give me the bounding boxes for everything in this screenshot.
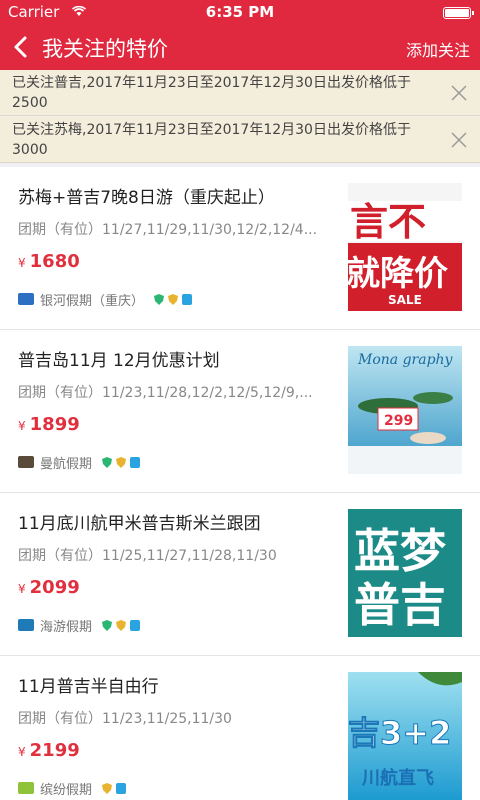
guarantee-badge-icon (116, 456, 127, 468)
verified-badge-icon (130, 456, 141, 468)
agency-row: 银河假期（重庆） (18, 291, 193, 309)
agency-logo-icon (18, 456, 34, 468)
thumb-tag: SALE (388, 293, 422, 307)
notice-text: 已关注普吉,2017年11月23日至2017年12月30日出发价格低于2500 (12, 75, 411, 111)
shield-badge-icon (102, 619, 113, 631)
currency-symbol: ¥ (18, 256, 26, 270)
nav-bar: 我关注的特价 添加关注 (0, 24, 480, 70)
thumb-line1: 言不 (350, 200, 426, 244)
deal-price: ¥2099 (18, 577, 80, 598)
thumb-line1: 蓝梦 (354, 524, 446, 578)
deal-thumbnail: 吉3+2 川航直飞 (348, 672, 462, 800)
agency-logo-icon (18, 619, 34, 631)
thumb-line2: 普吉 (354, 578, 446, 632)
agency-logo-icon (18, 782, 34, 794)
shield-badge-icon (154, 293, 165, 305)
price-value: 2099 (29, 577, 80, 598)
add-follow-button[interactable]: 添加关注 (406, 37, 470, 61)
shield-badge-icon (102, 456, 113, 468)
guarantee-badge-icon (116, 619, 127, 631)
page-title: 我关注的特价 (42, 37, 168, 61)
currency-symbol: ¥ (18, 419, 26, 433)
deal-dates: 团期（有位）11/23,11/25,11/30 (18, 711, 232, 727)
deal-card[interactable]: 11月底川航甲米普吉斯米兰跟团 团期（有位）11/25,11/27,11/28,… (0, 493, 480, 655)
agency-name: 银河假期（重庆） (40, 293, 145, 309)
badge-group (102, 619, 141, 631)
deal-card[interactable]: 11月普吉半自由行 团期（有位）11/23,11/25,11/30 ¥2199 … (0, 656, 480, 800)
guarantee-badge-icon (168, 293, 179, 305)
status-bar: Carrier 6:35 PM (0, 0, 480, 24)
currency-symbol: ¥ (18, 582, 26, 596)
deal-price: ¥1680 (18, 251, 80, 272)
notice-row: 已关注苏梅,2017年11月23日至2017年12月30日出发价格低于3000 (0, 117, 480, 163)
deal-dates: 团期（有位）11/23,11/28,12/2,12/5,12/9,... (18, 385, 313, 401)
close-icon[interactable] (450, 84, 468, 102)
svg-text:Mona graphy: Mona graphy (357, 352, 454, 368)
back-arrow-icon[interactable] (10, 34, 32, 60)
thumb-line1: 吉3+2 (348, 714, 451, 752)
badge-group (154, 293, 193, 305)
deal-name: 11月底川航甲米普吉斯米兰跟团 (18, 514, 261, 534)
close-icon[interactable] (450, 131, 468, 149)
guarantee-badge-icon (102, 782, 113, 794)
deal-name: 11月普吉半自由行 (18, 677, 159, 697)
currency-symbol: ¥ (18, 745, 26, 759)
deal-card[interactable]: 普吉岛11月 12月优惠计划 团期（有位）11/23,11/28,12/2,12… (0, 330, 480, 492)
deal-name: 普吉岛11月 12月优惠计划 (18, 351, 220, 371)
deal-thumbnail: Mona graphy 299 (348, 346, 462, 474)
verified-badge-icon (182, 293, 193, 305)
deal-price: ¥2199 (18, 740, 80, 761)
verified-badge-icon (130, 619, 141, 631)
agency-row: 曼航假期 (18, 454, 141, 472)
deal-thumbnail: 蓝梦 普吉 (348, 509, 462, 637)
deal-thumbnail: 言不 就降价 SALE (348, 183, 462, 311)
badge-group (102, 782, 127, 794)
price-value: 2199 (29, 740, 80, 761)
price-value: 1680 (29, 251, 80, 272)
deal-price: ¥1899 (18, 414, 80, 435)
notice-row: 已关注普吉,2017年11月23日至2017年12月30日出发价格低于2500 (0, 70, 480, 116)
price-value: 1899 (29, 414, 80, 435)
status-time: 6:35 PM (205, 3, 275, 21)
deal-dates: 团期（有位）11/27,11/29,11/30,12/2,12/4... (18, 222, 318, 238)
agency-name: 曼航假期 (40, 456, 93, 472)
thumb-line2: 就降价 (348, 254, 448, 294)
agency-name: 缤纷假期 (40, 782, 93, 798)
deal-card[interactable]: 苏梅+普吉7晚8日游（重庆起止） 团期（有位）11/27,11/29,11/30… (0, 167, 480, 329)
agency-logo-icon (18, 293, 34, 305)
agency-row: 缤纷假期 (18, 780, 127, 798)
deal-dates: 团期（有位）11/25,11/27,11/28,11/30 (18, 548, 277, 564)
thumb-price: 299 (384, 413, 413, 429)
notice-text: 已关注苏梅,2017年11月23日至2017年12月30日出发价格低于3000 (12, 122, 411, 158)
agency-row: 海游假期 (18, 617, 141, 635)
thumb-line2: 川航直飞 (361, 767, 434, 789)
battery-icon (443, 7, 474, 19)
badge-group (102, 456, 141, 468)
deal-name: 苏梅+普吉7晚8日游（重庆起止） (18, 188, 275, 208)
agency-name: 海游假期 (40, 619, 93, 635)
verified-badge-icon (116, 782, 127, 794)
